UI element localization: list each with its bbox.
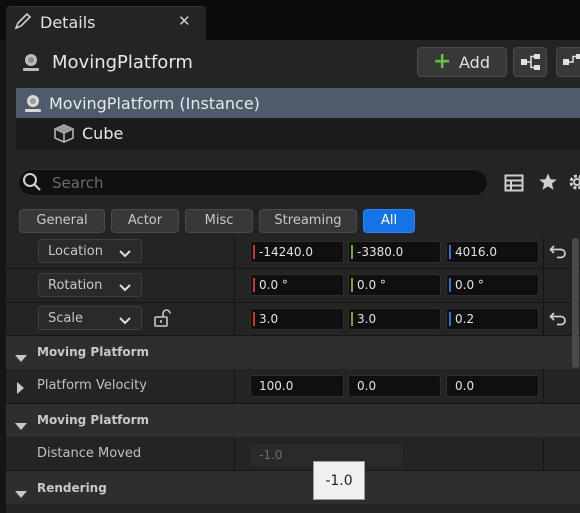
location-x-value: -14240.0 bbox=[259, 245, 313, 259]
rotation-label: Rotation bbox=[48, 278, 103, 293]
reset-column-splitter bbox=[543, 237, 544, 336]
z-axis-marker bbox=[449, 245, 451, 259]
collapse-arrow-icon[interactable] bbox=[15, 484, 27, 503]
chevron-down-icon bbox=[119, 281, 131, 296]
collapse-arrow-icon[interactable] bbox=[15, 348, 27, 367]
y-axis-marker bbox=[351, 245, 353, 259]
location-y-value: -3380.0 bbox=[357, 245, 404, 259]
vertical-scrollbar[interactable] bbox=[572, 238, 579, 368]
tree-item-cube-label: Cube bbox=[82, 124, 124, 143]
search-icon bbox=[22, 172, 42, 196]
x-axis-marker bbox=[253, 278, 255, 292]
location-dropdown[interactable]: Location bbox=[38, 239, 142, 263]
y-axis-marker bbox=[351, 312, 353, 326]
hierarchy-icon bbox=[521, 54, 540, 70]
add-label: Add bbox=[459, 53, 490, 72]
tab-title: Details bbox=[40, 13, 96, 32]
location-label: Location bbox=[48, 244, 103, 259]
scale-y-field[interactable]: 3.0 bbox=[348, 308, 441, 330]
collapse-arrow-icon[interactable] bbox=[15, 416, 27, 435]
filter-streaming[interactable]: Streaming bbox=[259, 209, 357, 233]
scale-y-value: 3.0 bbox=[357, 312, 377, 326]
distance-moved-value: -1.0 bbox=[259, 448, 283, 462]
search-placeholder: Search bbox=[52, 174, 104, 192]
chevron-down-icon bbox=[119, 247, 131, 262]
location-z-value: 4016.0 bbox=[455, 245, 497, 259]
unlock-icon[interactable] bbox=[153, 309, 171, 331]
velocity-z-field[interactable]: 0.0 bbox=[446, 375, 539, 397]
x-axis-marker bbox=[253, 312, 255, 326]
rotation-z-value: 0.0 ° bbox=[455, 278, 484, 292]
z-axis-marker bbox=[449, 312, 451, 326]
reset-column-splitter bbox=[543, 369, 544, 403]
location-x-field[interactable]: -14240.0 bbox=[250, 241, 344, 263]
rotation-y-value: 0.0 ° bbox=[357, 278, 386, 292]
distance-moved-label: Distance Moved bbox=[37, 446, 142, 461]
category-title: Moving Platform bbox=[37, 345, 150, 359]
actor-name: MovingPlatform bbox=[52, 52, 193, 73]
scale-x-value: 3.0 bbox=[259, 312, 279, 326]
tree-item-instance-label: MovingPlatform (Instance) bbox=[49, 94, 260, 113]
velocity-z-value: 0.0 bbox=[455, 379, 475, 393]
platform-velocity-label: Platform Velocity bbox=[37, 378, 147, 393]
blueprint-button-2[interactable] bbox=[556, 47, 580, 77]
filter-misc[interactable]: Misc bbox=[185, 209, 253, 233]
category-title: Moving Platform bbox=[37, 413, 150, 427]
scale-z-field[interactable]: 0.2 bbox=[446, 308, 539, 330]
gear-icon[interactable] bbox=[567, 172, 580, 196]
scale-z-value: 0.2 bbox=[455, 312, 475, 326]
row-divider bbox=[6, 268, 580, 269]
hierarchy-icon bbox=[563, 54, 580, 65]
scale-x-field[interactable]: 3.0 bbox=[250, 308, 344, 330]
blueprint-button[interactable] bbox=[513, 47, 547, 77]
velocity-x-field[interactable]: 100.0 bbox=[250, 375, 344, 397]
expand-arrow-icon[interactable] bbox=[17, 379, 25, 398]
actor-icon bbox=[22, 92, 44, 118]
pencil-icon bbox=[14, 12, 32, 34]
x-axis-marker bbox=[253, 245, 255, 259]
table-view-icon[interactable] bbox=[504, 173, 524, 197]
name-value-splitter[interactable] bbox=[234, 437, 235, 470]
plus-icon: + bbox=[433, 49, 452, 74]
actor-icon bbox=[20, 51, 42, 77]
velocity-x-value: 100.0 bbox=[259, 379, 294, 393]
location-y-field[interactable]: -3380.0 bbox=[348, 241, 441, 263]
value-tooltip: -1.0 bbox=[313, 461, 365, 500]
reset-icon[interactable] bbox=[549, 310, 567, 330]
reset-column-splitter bbox=[543, 437, 544, 470]
scale-dropdown[interactable]: Scale bbox=[38, 306, 142, 330]
filter-all[interactable]: All bbox=[363, 209, 415, 233]
category-title: Rendering bbox=[37, 481, 107, 495]
rotation-z-field[interactable]: 0.0 ° bbox=[446, 274, 539, 296]
scale-label: Scale bbox=[48, 311, 83, 326]
rotation-dropdown[interactable]: Rotation bbox=[38, 273, 142, 297]
name-value-splitter[interactable] bbox=[234, 237, 235, 336]
chevron-down-icon bbox=[119, 314, 131, 329]
add-component-button[interactable]: + Add bbox=[417, 47, 507, 77]
name-value-splitter[interactable] bbox=[234, 369, 235, 403]
rotation-y-field[interactable]: 0.0 ° bbox=[348, 274, 441, 296]
rotation-x-value: 0.0 ° bbox=[259, 278, 288, 292]
filter-general[interactable]: General bbox=[19, 209, 105, 233]
rotation-x-field[interactable]: 0.0 ° bbox=[250, 274, 344, 296]
star-icon[interactable] bbox=[538, 172, 558, 196]
velocity-y-value: 0.0 bbox=[357, 379, 377, 393]
row-divider bbox=[6, 302, 580, 303]
filter-actor[interactable]: Actor bbox=[111, 209, 179, 233]
close-icon[interactable]: ✕ bbox=[178, 12, 191, 30]
y-axis-marker bbox=[351, 278, 353, 292]
z-axis-marker bbox=[449, 278, 451, 292]
reset-icon[interactable] bbox=[549, 243, 567, 263]
details-tab[interactable] bbox=[6, 6, 206, 40]
location-z-field[interactable]: 4016.0 bbox=[446, 241, 539, 263]
cube-icon bbox=[53, 123, 75, 147]
velocity-y-field[interactable]: 0.0 bbox=[348, 375, 441, 397]
